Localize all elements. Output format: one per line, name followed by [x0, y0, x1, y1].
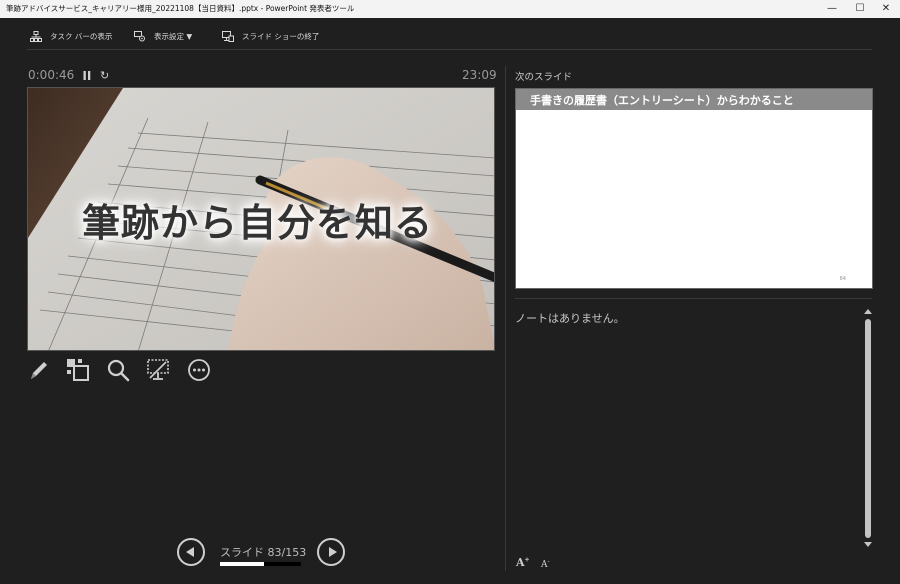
slide-progress-fill	[220, 562, 264, 566]
current-slide[interactable]: 筆跡から自分を知る	[27, 87, 495, 351]
end-slideshow-button[interactable]: スライド ショーの終了	[222, 30, 319, 44]
slide-caption: 筆跡から自分を知る	[82, 201, 434, 245]
current-time: 23:09	[462, 68, 497, 82]
end-slideshow-icon	[222, 31, 234, 42]
end-slideshow-label: スライド ショーの終了	[242, 32, 320, 41]
previous-arrow-icon	[186, 547, 194, 557]
slide-progress-bar	[220, 562, 301, 566]
scroll-thumb[interactable]	[865, 319, 871, 538]
more-options-icon[interactable]	[187, 358, 211, 382]
display-settings-button[interactable]: 表示設定 ▼	[134, 30, 194, 44]
next-arrow-icon	[329, 547, 337, 557]
pause-icon[interactable]	[83, 71, 91, 80]
window-title-bar: 筆跡アドバイスサービス_キャリアリー様用_20221108【当日資料】.pptx…	[0, 0, 900, 18]
increase-font-button[interactable]: A+	[516, 556, 530, 569]
presenter-toolbar: タスク バーの表示 表示設定 ▼ スライド ショーの終了	[0, 18, 900, 52]
taskbar-icon	[30, 31, 42, 42]
show-taskbar-label: タスク バーの表示	[50, 32, 113, 41]
next-slide-preview[interactable]: 手書きの履歴書（エントリーシート）からわかること 84	[515, 88, 873, 289]
toolbar-divider	[27, 49, 872, 50]
reset-timer-icon[interactable]: ↻	[100, 69, 109, 82]
notes-scrollbar[interactable]	[862, 307, 874, 549]
notes-divider	[515, 298, 872, 299]
speaker-notes[interactable]: ノートはありません。	[515, 310, 625, 326]
next-slide-button[interactable]	[317, 538, 345, 566]
black-screen-icon[interactable]	[146, 358, 170, 382]
scroll-up-arrow-icon[interactable]	[864, 309, 872, 314]
window-title: 筆跡アドバイスサービス_キャリアリー様用_20221108【当日資料】.pptx…	[6, 4, 355, 13]
all-slides-icon[interactable]	[66, 358, 90, 382]
increase-font-icon: A	[516, 556, 525, 569]
close-button[interactable]: ✕	[872, 0, 900, 18]
display-settings-icon	[134, 31, 145, 42]
scroll-down-arrow-icon[interactable]	[864, 542, 872, 547]
next-slide-label: 次のスライド	[515, 72, 573, 83]
pen-icon[interactable]	[27, 358, 51, 382]
maximize-button[interactable]: ☐	[846, 0, 874, 18]
display-settings-label: 表示設定 ▼	[154, 32, 193, 41]
next-slide-page-number: 84	[839, 276, 846, 282]
elapsed-timer: 0:00:46	[28, 68, 75, 82]
next-slide-title: 手書きの履歴書（エントリーシート）からわかること	[530, 94, 794, 107]
pane-divider[interactable]	[505, 66, 506, 571]
show-taskbar-button[interactable]: タスク バーの表示	[30, 30, 113, 44]
decrease-font-button[interactable]: A-	[541, 558, 550, 570]
next-slide-header: 手書きの履歴書（エントリーシート）からわかること	[516, 89, 872, 110]
zoom-icon[interactable]	[106, 358, 130, 382]
slide-counter[interactable]: スライド 83/153	[220, 544, 306, 560]
minimize-button[interactable]: —	[818, 0, 846, 18]
previous-slide-button[interactable]	[177, 538, 205, 566]
